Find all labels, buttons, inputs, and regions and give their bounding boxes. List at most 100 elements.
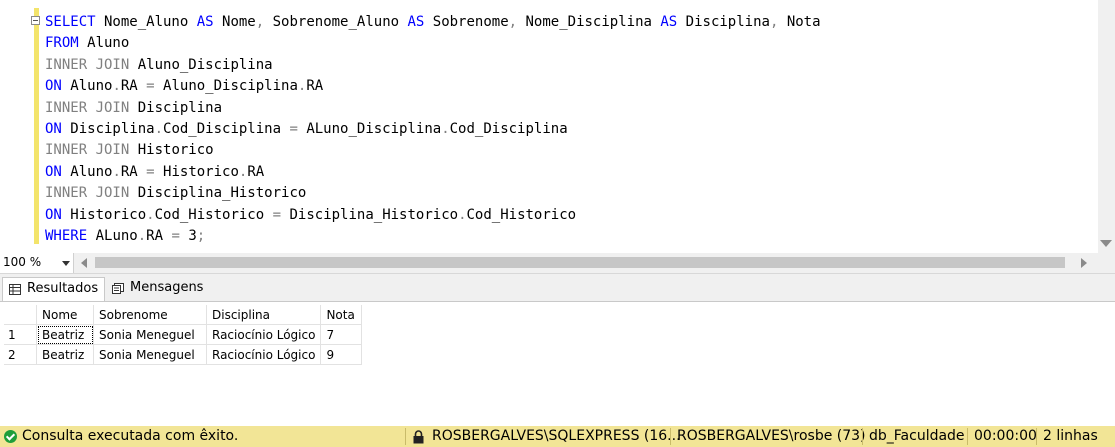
column-header[interactable]: Nome — [36, 305, 94, 325]
sql-operator: ; — [196, 228, 206, 245]
change-marker-bar — [34, 8, 39, 244]
code-line[interactable]: FROM Aluno — [45, 33, 821, 54]
sql-text: Disciplina — [129, 99, 223, 116]
column-header[interactable]: Nota — [320, 305, 363, 325]
code-line[interactable]: WHERE ALuno.RA = 3; — [45, 226, 821, 247]
sql-keyword: AS — [196, 14, 214, 30]
sql-text: Nome_Aluno — [95, 14, 197, 30]
sql-code[interactable]: SELECT Nome_Aluno AS Nome, Sobrenome_Alu… — [45, 12, 821, 247]
sql-keyword: ON — [45, 163, 62, 180]
grid-header-row: Nome Sobrenome Disciplina Nota — [4, 305, 363, 325]
status-user: ROSBERGALVES\rosbe (73) — [677, 428, 866, 444]
grid-cell[interactable]: Sonia Meneguel — [93, 344, 207, 365]
code-line[interactable]: ON Disciplina.Cod_Disciplina = ALuno_Dis… — [45, 119, 821, 140]
sql-operator: . — [137, 228, 147, 245]
grid-cell[interactable]: Beatriz — [36, 324, 94, 345]
row-number[interactable]: 2 — [4, 344, 37, 365]
sql-keyword: AS — [407, 14, 425, 30]
check-circle-icon — [4, 430, 17, 443]
sql-operator: . — [112, 163, 121, 180]
sql-text: Disciplina_Historico — [129, 185, 307, 202]
grid-cell[interactable]: Raciocínio Lógico — [206, 344, 322, 365]
sql-operator: . — [112, 78, 121, 95]
grid-cell[interactable]: Sonia Meneguel — [93, 324, 207, 345]
row-number[interactable]: 1 — [4, 324, 37, 345]
sql-text: Aluno_Disciplina — [129, 56, 273, 73]
sql-operator: = — [272, 206, 282, 223]
status-divider — [862, 428, 863, 445]
grid-cell[interactable]: Beatriz — [36, 344, 94, 365]
code-line[interactable]: INNER JOIN Disciplina_Historico — [45, 183, 821, 204]
scroll-left-icon[interactable] — [81, 258, 87, 268]
sql-text: Nome_Disciplina — [517, 14, 661, 30]
sql-text: Cod_Historico — [466, 206, 577, 223]
query-editor[interactable]: SELECT Nome_Aluno AS Nome, Sobrenome_Alu… — [0, 0, 1115, 253]
code-line[interactable]: INNER JOIN Aluno_Disciplina — [45, 55, 821, 76]
code-line[interactable]: INNER JOIN Disciplina — [45, 98, 821, 119]
tab-results-label: Resultados — [27, 281, 99, 296]
sql-keyword: ON — [45, 121, 62, 138]
status-divider — [670, 428, 671, 445]
sql-text: Disciplina — [677, 14, 770, 30]
messages-icon — [112, 283, 124, 294]
table-row[interactable]: 1 Beatriz Sonia Meneguel Raciocínio Lógi… — [4, 324, 363, 345]
status-divider — [405, 428, 406, 445]
sql-text: Sobrenome — [424, 14, 509, 30]
code-line[interactable]: ON Aluno.RA = Historico.RA — [45, 162, 821, 183]
scroll-right-icon[interactable] — [1081, 258, 1087, 268]
sql-operator: = — [289, 121, 298, 138]
grid-cell[interactable]: 9 — [320, 344, 363, 365]
results-grid-area[interactable]: Nome Sobrenome Disciplina Nota 1 Beatriz… — [0, 301, 1115, 420]
code-line[interactable]: SELECT Nome_Aluno AS Nome, Sobrenome_Alu… — [45, 12, 821, 33]
zoom-dropdown[interactable]: 100 % — [0, 253, 74, 273]
sql-operator: . — [154, 121, 164, 138]
vertical-scrollbar[interactable] — [1098, 0, 1115, 253]
status-rows: 2 linhas — [1043, 428, 1098, 444]
sql-text: ALuno_Disciplina — [297, 121, 442, 138]
scroll-down-icon[interactable] — [1100, 240, 1112, 247]
sql-keyword: ON — [45, 78, 62, 95]
status-divider — [1036, 428, 1037, 445]
sql-operator: , — [255, 14, 265, 30]
chevron-down-icon[interactable] — [62, 261, 70, 266]
code-line[interactable]: ON Historico.Cod_Historico = Disciplina_… — [45, 205, 821, 226]
sql-text: Historico — [154, 163, 239, 180]
tab-messages[interactable]: Mensagens — [106, 277, 204, 301]
status-bar: Consulta executada com êxito. ROSBERGALV… — [0, 426, 1115, 447]
results-tabs: Resultados Mensagens — [0, 273, 1115, 301]
sql-keyword: SELECT — [45, 14, 96, 30]
grid-icon — [9, 284, 21, 295]
status-message: Consulta executada com êxito. — [22, 428, 239, 444]
sql-operator: . — [146, 206, 155, 223]
tab-messages-label: Mensagens — [130, 280, 204, 295]
sql-operator: . — [458, 206, 467, 223]
code-line[interactable]: ON Aluno.RA = Aluno_Disciplina.RA — [45, 76, 821, 97]
grid-corner-cell[interactable] — [4, 305, 37, 325]
grid-cell[interactable]: Raciocínio Lógico — [206, 324, 322, 345]
zoom-value: 100 % — [3, 255, 42, 269]
sql-operator: . — [441, 121, 450, 138]
sql-text: Sobrenome_Aluno — [264, 14, 408, 30]
sql-keyword: AS — [660, 14, 678, 30]
collapse-icon[interactable] — [31, 16, 40, 25]
editor-footer: 100 % — [0, 253, 1115, 273]
sql-text: Nome — [213, 14, 256, 30]
table-row[interactable]: 2 Beatriz Sonia Meneguel Raciocínio Lógi… — [4, 344, 363, 365]
column-header[interactable]: Sobrenome — [93, 305, 207, 325]
sql-operator: = — [146, 78, 155, 95]
grid-cell[interactable]: 7 — [320, 324, 363, 345]
tab-results[interactable]: Resultados — [2, 277, 105, 301]
sql-operator: INNER JOIN — [45, 56, 130, 73]
sql-text: Historico — [61, 206, 147, 223]
sql-text: Cod_Disciplina — [449, 121, 568, 138]
sql-text: RA — [306, 78, 324, 95]
code-line[interactable]: INNER JOIN Historico — [45, 140, 821, 161]
column-header[interactable]: Disciplina — [206, 305, 322, 325]
results-grid[interactable]: Nome Sobrenome Disciplina Nota 1 Beatriz… — [4, 305, 363, 365]
horizontal-scrollbar-thumb[interactable] — [95, 257, 1065, 268]
sql-operator: INNER JOIN — [45, 185, 130, 202]
sql-text: Aluno — [61, 163, 113, 180]
status-elapsed: 00:00:00 — [974, 428, 1037, 444]
sql-text: RA — [146, 228, 172, 245]
sql-operator: INNER JOIN — [45, 99, 130, 116]
